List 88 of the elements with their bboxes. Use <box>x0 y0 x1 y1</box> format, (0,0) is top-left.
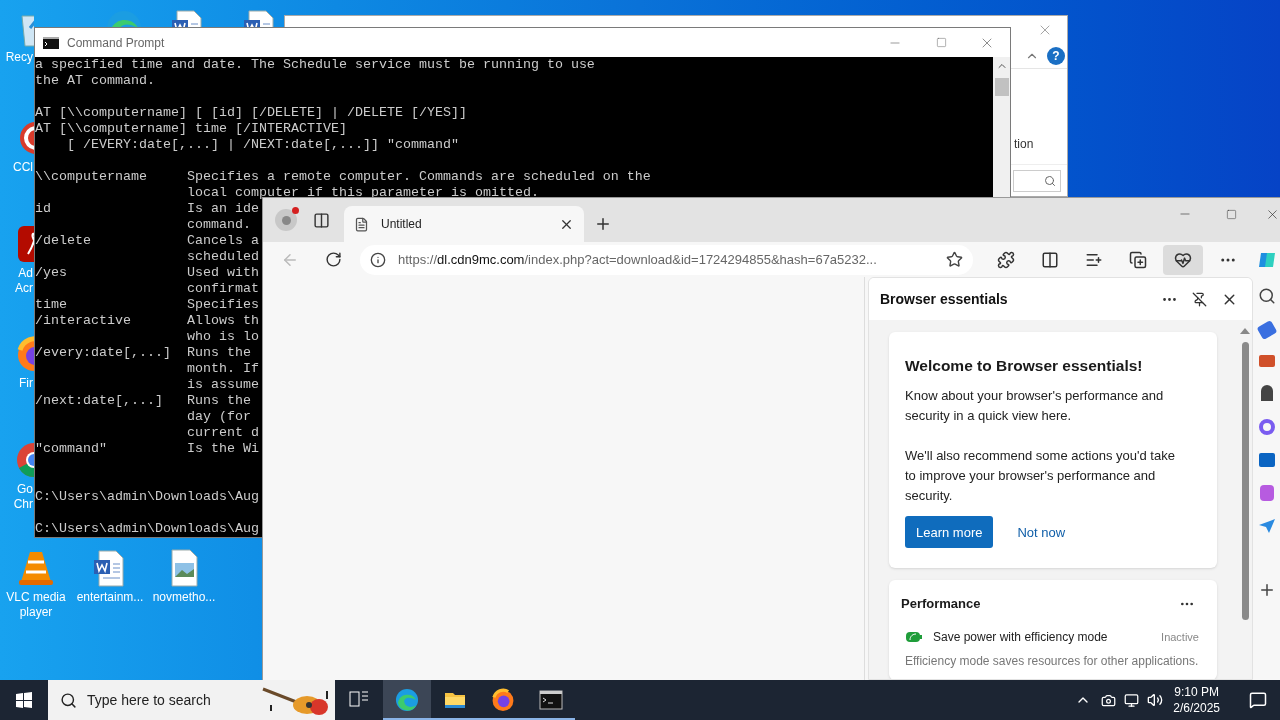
collections-icon[interactable] <box>1129 250 1147 269</box>
console-line: [ /EVERY:date[,...] | /NEXT:date[,...]] "command" <box>66 137 459 153</box>
search-icon[interactable] <box>60 691 77 709</box>
console-line: time Specifies <box>35 297 259 313</box>
status-label: Inactive <box>1161 629 1199 645</box>
desktop-icon-label[interactable]: Recy <box>0 50 33 65</box>
search-field[interactable] <box>1013 169 1061 192</box>
desktop-icon-label[interactable]: CCl <box>0 160 33 175</box>
browser-essentials-button[interactable] <box>1163 244 1203 275</box>
scrollbar-thumb[interactable] <box>1241 342 1249 620</box>
unpin-icon[interactable] <box>1192 291 1207 307</box>
console-line: local computer if this parameter is omitted. <box>185 185 539 201</box>
clock[interactable]: 9:10 PM 2/6/2025 <box>1173 684 1220 716</box>
profile-avatar[interactable] <box>275 209 297 231</box>
desktop-icon-label[interactable]: entertainm... <box>76 590 144 605</box>
search-icon[interactable] <box>1257 287 1276 305</box>
feature-label: Save power with efficiency mode <box>933 628 1108 646</box>
command-prompt-line: C:\Users\admin\Downloads\Aug <box>35 521 259 537</box>
not-now-button[interactable]: Not now <box>1017 522 1066 542</box>
toolbox-icon[interactable] <box>1258 355 1275 367</box>
console-line: AT [\\computername] [ [id] [/DELETE] | /DELETE [/YES]] <box>35 105 467 121</box>
panel-title: Browser essentials <box>880 289 1008 309</box>
console-line: id Is an ide <box>35 201 259 217</box>
console-line: /yes Used with <box>35 265 259 281</box>
windows-start-icon[interactable] <box>16 692 32 708</box>
feature-description: Efficiency mode saves resources for other applications. <box>904 652 1200 670</box>
task-view-icon[interactable] <box>349 691 369 709</box>
console-line: the AT command. <box>35 73 155 89</box>
ring-icon[interactable] <box>1258 419 1275 435</box>
console-line: scheduled <box>185 249 259 265</box>
command-prompt-line: C:\Users\admin\Downloads\Aug <box>35 489 259 505</box>
ribbon-label: tion <box>1014 136 1034 153</box>
search-box[interactable]: Type here to search <box>48 680 335 720</box>
console-line: current d <box>185 425 259 441</box>
console-line: /delete Cancels a <box>35 233 259 249</box>
desktop-icon-label[interactable]: Go Chr <box>0 482 33 512</box>
console-line: command. <box>185 217 251 233</box>
desktop-icon-label[interactable]: VLC media player <box>6 590 66 620</box>
tab-actions-icon[interactable] <box>313 211 330 229</box>
console-line: AT [\\computername] time [/INTERACTIVE] <box>35 121 347 137</box>
camera-icon[interactable] <box>1101 692 1117 708</box>
scroll-up-icon[interactable] <box>1240 328 1250 334</box>
person-icon[interactable] <box>1260 385 1273 401</box>
terminal-icon <box>43 36 59 49</box>
card-paragraph: Know about your browser's performance and security in a quick view here. <box>905 387 1165 426</box>
card-paragraph: We'll also recommend some actions you'd take to improve your browser's performance and security. <box>905 447 1176 506</box>
heart-pulse-icon[interactable] <box>1174 250 1192 269</box>
new-tab-icon[interactable] <box>594 215 612 233</box>
desktop-icon-label[interactable]: novmetho... <box>152 590 216 605</box>
site-info-icon[interactable] <box>370 251 386 268</box>
paper-plane-icon[interactable] <box>1258 519 1275 533</box>
console-line: /interactive Allows th <box>35 313 259 329</box>
console-line: month. If <box>185 361 259 377</box>
scrollbar-thumb[interactable] <box>994 78 1009 96</box>
address-bar[interactable]: https://dl.cdn9mc.com/index.php?act=download&id=1724294855&hash=67a5232... <box>360 244 973 275</box>
learn-more-button[interactable]: Learn more <box>905 516 994 549</box>
edge-icon[interactable] <box>394 687 420 713</box>
console-line: confirmat <box>185 281 259 297</box>
console-line: /every:date[,...] Runs the <box>35 345 251 361</box>
console-line: \\computername Specifies a remote computer. Commands are scheduled on the <box>35 169 651 185</box>
page-icon <box>354 216 369 232</box>
console-line: /next:date[,...] Runs the <box>35 393 251 409</box>
help-button[interactable]: ? <box>1047 47 1065 65</box>
notifications-icon[interactable] <box>1249 691 1267 709</box>
favorite-icon[interactable] <box>946 251 963 268</box>
card-heading: Welcome to Browser essentials! <box>905 356 1144 376</box>
browser-tab[interactable]: Untitled <box>344 206 584 242</box>
network-icon[interactable] <box>1124 692 1140 708</box>
refresh-icon[interactable] <box>325 251 342 268</box>
scrollbar[interactable] <box>993 57 1010 197</box>
desktop-icon-label[interactable]: Ad Acr <box>0 266 33 296</box>
mail-icon[interactable] <box>1258 453 1275 467</box>
window-title: Command Prompt <box>67 34 165 52</box>
split-screen-icon[interactable] <box>1041 250 1059 269</box>
console-line: day (for <box>185 409 251 425</box>
extensions-icon[interactable] <box>997 250 1015 269</box>
card-heading: Performance <box>901 595 981 614</box>
url-text: https://dl.cdn9mc.com/index.php?act=download&id=1724294855&hash=67a5232... <box>398 250 877 269</box>
desktop-icon-label[interactable]: Fir <box>0 376 33 391</box>
terminal-icon[interactable] <box>539 688 563 712</box>
console-line: "command" Is the Wi <box>35 441 259 457</box>
leaf-icon <box>905 630 923 643</box>
volume-icon[interactable] <box>1147 692 1164 708</box>
firefox-icon[interactable] <box>490 687 516 713</box>
shape-icon[interactable] <box>1259 485 1274 501</box>
console-line: is assume <box>185 377 259 393</box>
console-line: a specified time and date. The Schedule service must be running to use <box>35 57 595 73</box>
console-line: who is lo <box>185 329 259 345</box>
